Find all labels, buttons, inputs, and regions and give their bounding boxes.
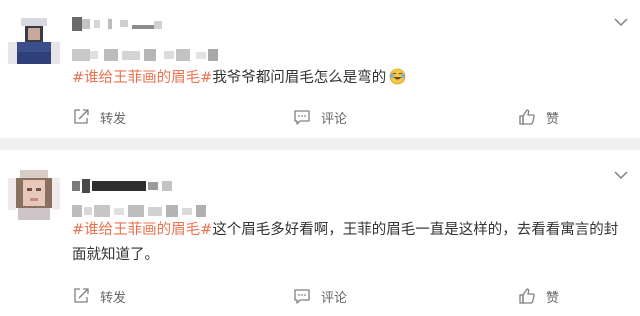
- post-actions: 转发 评论 赞: [0, 102, 640, 132]
- post-text: #谁给王菲画的眉毛#我爷爷都问眉毛怎么是弯的: [72, 66, 626, 91]
- post-separator: [0, 138, 640, 150]
- comment-button[interactable]: 评论: [293, 102, 347, 132]
- repost-label: 转发: [100, 111, 127, 127]
- avatar[interactable]: [8, 168, 60, 220]
- repost-button[interactable]: 转发: [72, 281, 126, 311]
- like-button[interactable]: 赞: [518, 281, 559, 311]
- like-label: 赞: [546, 290, 560, 306]
- repost-icon: [72, 108, 90, 126]
- post-text: #谁给王菲画的眉毛#这个眉毛多好看啊，王菲的眉毛一直是这样的，去看看寓言的封面就…: [72, 218, 626, 268]
- post-meta: [72, 202, 212, 217]
- repost-button[interactable]: 转发: [72, 102, 126, 132]
- comment-label: 评论: [321, 111, 348, 127]
- post-card: #谁给王菲画的眉毛#这个眉毛多好看啊，王菲的眉毛一直是这样的，去看看寓言的封面就…: [0, 150, 640, 316]
- post-actions: 转发 评论 赞: [0, 281, 640, 311]
- hashtag-link[interactable]: #谁给王菲画的眉毛#: [72, 222, 212, 238]
- comment-button[interactable]: 评论: [293, 281, 347, 311]
- avatar[interactable]: [8, 12, 60, 64]
- chevron-down-icon[interactable]: [614, 12, 628, 27]
- username[interactable]: [72, 178, 182, 193]
- comment-icon: [293, 108, 311, 126]
- like-label: 赞: [546, 111, 560, 127]
- post-card: #谁给王菲画的眉毛#我爷爷都问眉毛怎么是弯的 转发 评论 赞: [0, 0, 640, 138]
- repost-icon: [72, 287, 90, 305]
- comment-label: 评论: [321, 290, 348, 306]
- username[interactable]: [72, 16, 192, 31]
- thumbs-up-icon: [518, 287, 536, 305]
- post-body: 我爷爷都问眉毛怎么是弯的: [212, 70, 387, 86]
- repost-label: 转发: [100, 290, 127, 306]
- chevron-down-icon[interactable]: [614, 165, 628, 180]
- like-button[interactable]: 赞: [518, 102, 559, 132]
- comment-icon: [293, 287, 311, 305]
- post-meta: [72, 46, 222, 61]
- thumbs-up-icon: [518, 108, 536, 126]
- hashtag-link[interactable]: #谁给王菲画的眉毛#: [72, 70, 212, 86]
- laughing-crying-emoji-icon: [389, 68, 406, 85]
